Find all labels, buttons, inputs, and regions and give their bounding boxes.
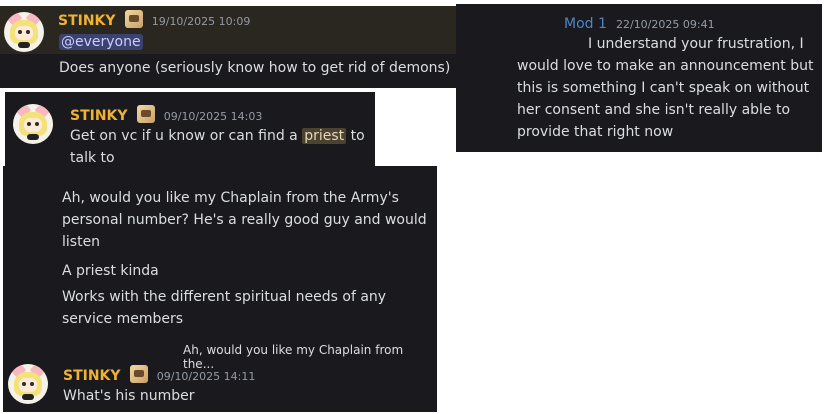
message-line: service members	[62, 311, 184, 327]
message-line: A priest kinda	[62, 263, 159, 279]
message-mention-line: @everyone	[59, 31, 143, 53]
text-segment: to	[346, 128, 365, 144]
mod-text-line-4: her consent and she isn't really able to	[517, 102, 791, 118]
role-badge-icon	[136, 105, 155, 123]
message-line: Ah, would you like my Chaplain from the …	[62, 190, 399, 206]
mod-message: Mod 1 22/10/2025 09:41 I understand your…	[456, 8, 822, 152]
mention-everyone[interactable]: @everyone	[59, 34, 143, 50]
timestamp: 09/10/2025 14:11	[156, 370, 256, 383]
mod-username[interactable]: Mod 1	[564, 16, 607, 32]
username[interactable]: STINKY	[70, 108, 128, 124]
username[interactable]: STINKY	[63, 368, 121, 384]
message-text: What's his number	[63, 388, 195, 404]
avatar[interactable]	[4, 12, 44, 52]
message-line: listen	[62, 234, 101, 250]
message-header: STINKY 09/10/2025 14:03	[70, 105, 262, 124]
username[interactable]: STINKY	[58, 13, 116, 29]
role-badge-icon	[129, 365, 148, 383]
message-panel-4: Ah, would you like my Chaplain from the …	[3, 166, 437, 336]
mod-text-line-2: would love to make an announcement but	[517, 58, 814, 74]
message-header: STINKY 19/10/2025 10:09	[58, 10, 250, 29]
role-badge-icon	[124, 10, 143, 28]
timestamp: 19/10/2025 10:09	[151, 15, 251, 28]
message-panel-1: STINKY 19/10/2025 10:09 @everyone Does a…	[0, 6, 456, 88]
search-highlight: priest	[302, 128, 347, 144]
message-text: Get on vc if u know or can find a priest…	[70, 125, 365, 147]
timestamp: 09/10/2025 14:03	[163, 110, 263, 123]
message-line: personal number? He's a really good guy …	[62, 212, 427, 228]
message-header: STINKY 09/10/2025 14:11	[63, 365, 255, 384]
message-text: Does anyone (seriously know how to get r…	[59, 60, 451, 76]
mod-text-line-3: this is something I can't speak on witho…	[517, 80, 810, 96]
avatar[interactable]	[13, 104, 53, 144]
mod-header: Mod 1 22/10/2025 09:41	[564, 13, 715, 32]
message-line: Works with the different spiritual needs…	[62, 289, 387, 305]
message-panel-5: Ah, would you like my Chaplain from the.…	[3, 336, 437, 412]
message-panel-3: STINKY 09/10/2025 14:03 Get on vc if u k…	[5, 92, 375, 166]
mod-timestamp: 22/10/2025 09:41	[615, 18, 715, 31]
mod-text-line-5: provide that right now	[517, 124, 674, 140]
avatar[interactable]	[8, 364, 48, 404]
text-segment: Get on vc if u know or can find a	[70, 128, 303, 144]
mod-text-line-1: I understand your frustration, I	[588, 36, 804, 52]
